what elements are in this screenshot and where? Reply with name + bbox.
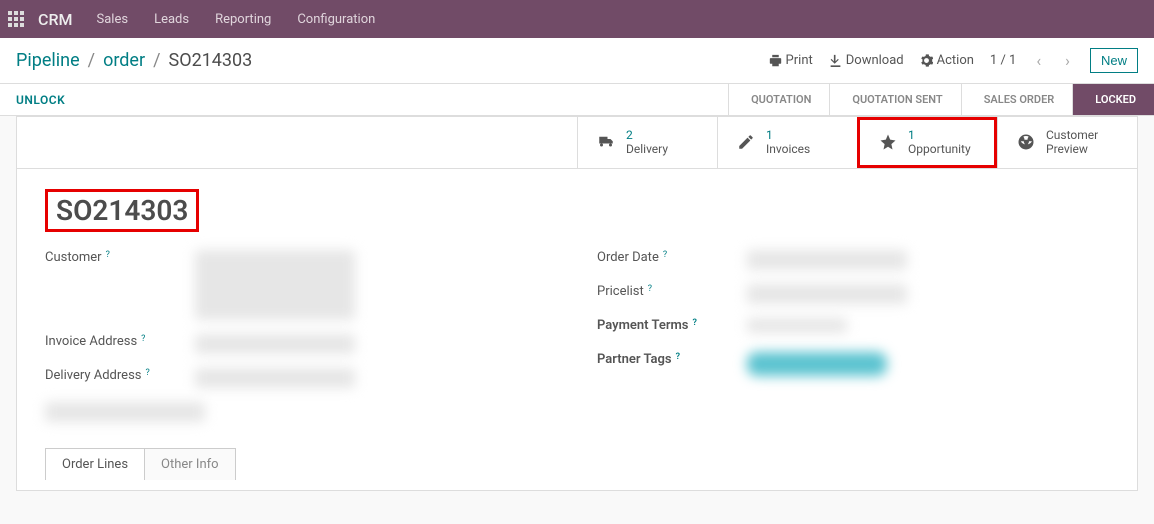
action-label: Action: [937, 53, 974, 68]
pager[interactable]: 1 / 1: [990, 53, 1016, 68]
statbox-opportunity[interactable]: 1 Opportunity: [857, 117, 997, 168]
field-value-customer[interactable]: xxxxxxxx xxxxxx xxxx xxxx: [195, 250, 355, 320]
field-label-partner-tags: Partner Tags?: [597, 352, 747, 367]
field-label-invoice-address: Invoice Address?: [45, 334, 195, 349]
truck-icon: [596, 132, 616, 152]
left-column: Customer? xxxxxxxx xxxxxx xxxx xxxx Invo…: [45, 250, 557, 436]
statbox-label: Customer: [1046, 128, 1098, 142]
nav-configuration[interactable]: Configuration: [287, 12, 385, 27]
stage-quotation[interactable]: QUOTATION: [728, 84, 829, 115]
breadcrumb-mid[interactable]: order: [103, 50, 145, 71]
nav-sales[interactable]: Sales: [87, 12, 139, 27]
statbox-delivery[interactable]: 2 Delivery: [577, 117, 717, 168]
tabs: Order Lines Other Info: [45, 448, 1109, 480]
record-title: SO214303: [45, 189, 199, 232]
help-icon[interactable]: ?: [146, 368, 150, 378]
action-button[interactable]: Action: [920, 53, 974, 68]
download-icon: [829, 54, 842, 67]
statbox-customer-preview[interactable]: Customer Preview: [997, 117, 1137, 168]
stage-locked[interactable]: LOCKED: [1072, 84, 1154, 115]
stage-sales-order[interactable]: SALES ORDER: [961, 84, 1073, 115]
help-icon[interactable]: ?: [663, 250, 667, 260]
globe-icon: [1016, 132, 1036, 152]
breadcrumb-sep: /: [88, 50, 95, 71]
field-value-invoice-address[interactable]: xxxxxxxx: [195, 334, 355, 354]
form-sheet: SO214303 Customer? xxxxxxxx xxxxxx xxxx …: [16, 168, 1138, 491]
breadcrumb-root[interactable]: Pipeline: [16, 50, 80, 71]
star-icon: [878, 132, 898, 152]
right-column: Order Date? xxxxxxxx Pricelist? xxxxxxxx…: [597, 250, 1109, 436]
help-icon[interactable]: ?: [676, 352, 680, 362]
statusbar: UNLOCK QUOTATION QUOTATION SENT SALES OR…: [0, 83, 1154, 116]
nav-leads[interactable]: Leads: [144, 12, 199, 27]
statbox-invoices[interactable]: 1 Invoices: [717, 117, 857, 168]
statbox-count: 2: [626, 128, 668, 142]
statbox-label: Opportunity: [908, 142, 971, 156]
unlock-button[interactable]: UNLOCK: [16, 93, 65, 107]
field-value-order-date[interactable]: xxxxxxxx: [747, 250, 907, 270]
field-label-payment-terms: Payment Terms?: [597, 318, 747, 333]
prev-button[interactable]: ‹: [1032, 51, 1045, 70]
field-label-order-date: Order Date?: [597, 250, 747, 265]
header-actions: Print Download Action 1 / 1 ‹ › New: [769, 48, 1138, 73]
download-button[interactable]: Download: [829, 53, 904, 68]
breadcrumb: Pipeline / order / SO214303: [16, 50, 252, 71]
tab-other-info[interactable]: Other Info: [145, 448, 236, 480]
header: Pipeline / order / SO214303 Print Downlo…: [0, 38, 1154, 83]
field-value-payment-terms[interactable]: xxx: [747, 318, 847, 333]
statbox-label: Invoices: [766, 142, 810, 156]
new-button[interactable]: New: [1090, 48, 1138, 73]
gear-icon: [920, 54, 933, 67]
breadcrumb-current: SO214303: [169, 50, 253, 71]
field-label-customer: Customer?: [45, 250, 195, 265]
field-label-pricelist: Pricelist?: [597, 284, 747, 299]
statbox-label: Delivery: [626, 142, 668, 156]
edit-icon: [736, 132, 756, 152]
tab-order-lines[interactable]: Order Lines: [45, 448, 145, 480]
print-button[interactable]: Print: [769, 53, 813, 68]
field-value-pricelist[interactable]: xxxxxxxxxxxxx: [747, 284, 907, 304]
app-brand[interactable]: CRM: [38, 10, 73, 29]
help-icon[interactable]: ?: [106, 250, 110, 260]
print-label: Print: [786, 53, 813, 68]
statbox-count: 1: [908, 128, 971, 142]
statbox-label: Preview: [1046, 142, 1098, 156]
nav-reporting[interactable]: Reporting: [205, 12, 281, 27]
field-label-extra: xxxxxx: [45, 402, 195, 422]
help-icon[interactable]: ?: [141, 334, 145, 344]
help-icon[interactable]: ?: [648, 284, 652, 294]
statboxes: 2 Delivery 1 Invoices 1 Opportunity Cust…: [16, 116, 1138, 168]
next-button[interactable]: ›: [1061, 51, 1074, 70]
stage-quotation-sent[interactable]: QUOTATION SENT: [829, 84, 960, 115]
statbox-count: 1: [766, 128, 810, 142]
field-value-delivery-address[interactable]: xxxxxxxx: [195, 368, 355, 388]
download-label: Download: [846, 53, 904, 68]
field-value-partner-tags[interactable]: [747, 352, 887, 376]
apps-icon[interactable]: [8, 11, 24, 27]
print-icon: [769, 54, 782, 67]
stages: QUOTATION QUOTATION SENT SALES ORDER LOC…: [728, 84, 1154, 115]
breadcrumb-sep: /: [153, 50, 160, 71]
topbar: CRM Sales Leads Reporting Configuration: [0, 0, 1154, 38]
help-icon[interactable]: ?: [693, 318, 697, 328]
top-nav: Sales Leads Reporting Configuration: [87, 12, 386, 27]
field-label-delivery-address: Delivery Address?: [45, 368, 195, 383]
